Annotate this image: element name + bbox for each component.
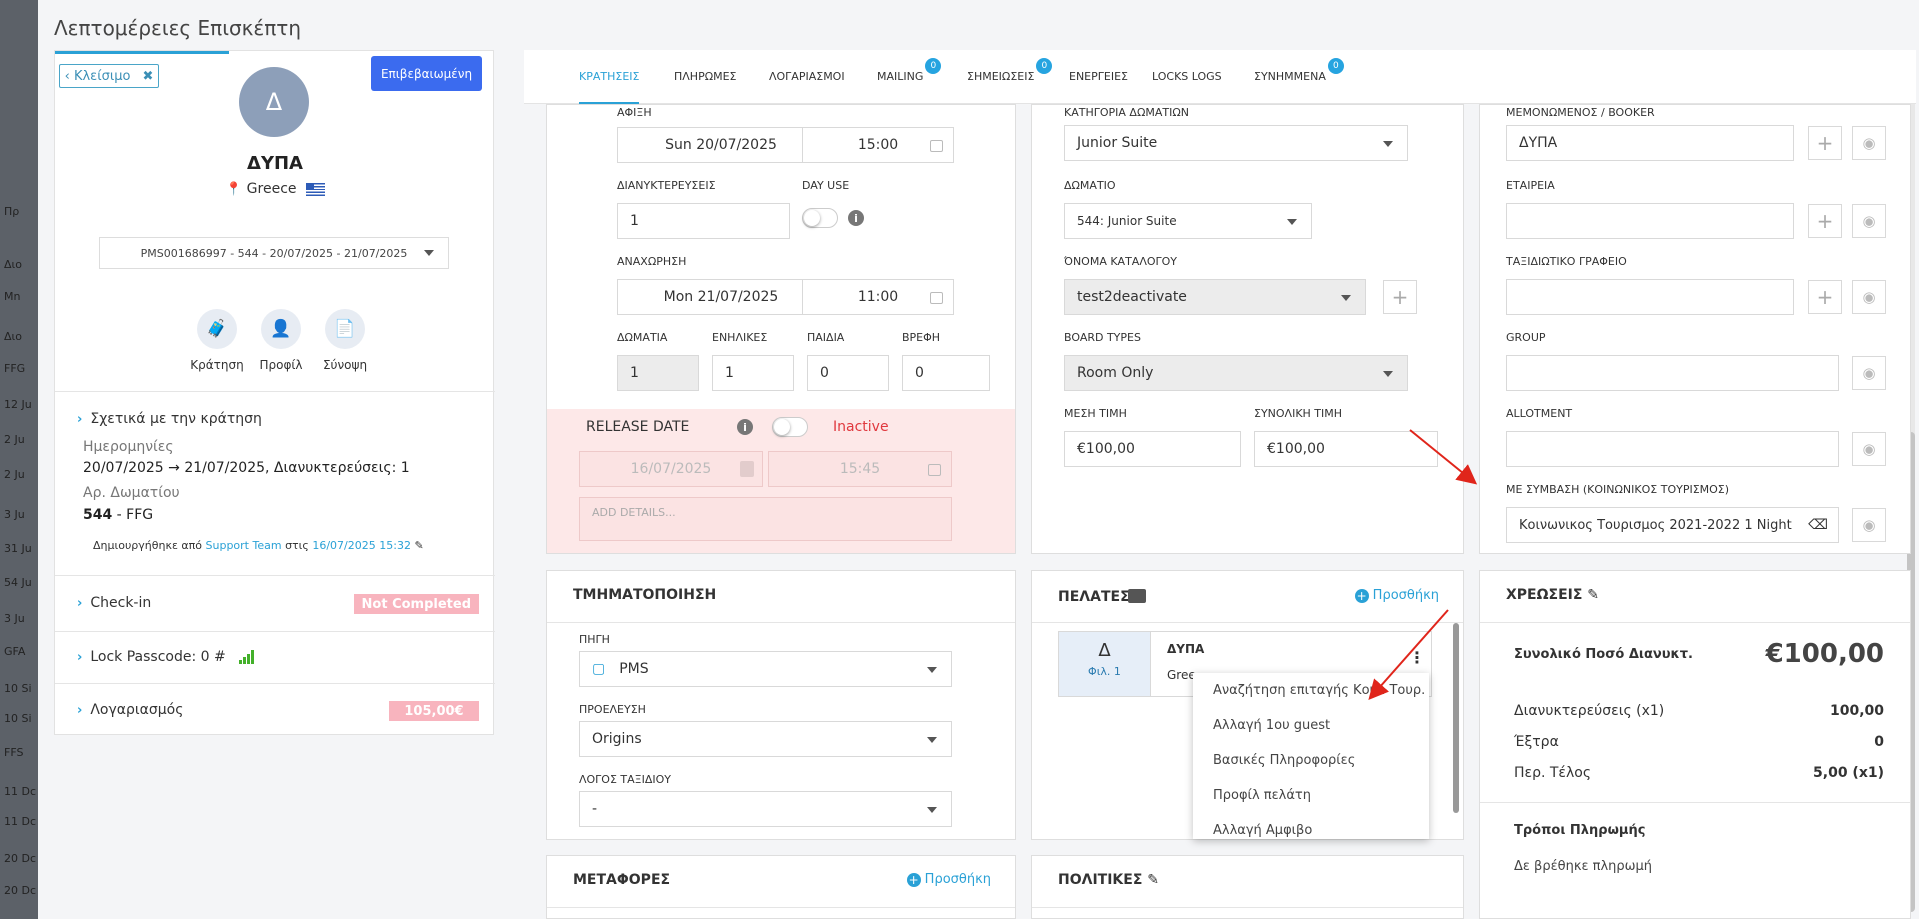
background-cell: FFG bbox=[4, 362, 26, 375]
background-cell: 3 Ju bbox=[4, 508, 25, 521]
background-cell: Mn bbox=[4, 290, 21, 303]
background-cell: 2 Ju bbox=[4, 468, 25, 481]
annotation-arrows bbox=[1368, 429, 1478, 700]
background-cell: GFA bbox=[4, 645, 26, 658]
background-cell: 12 Ju bbox=[4, 398, 32, 411]
background-cell: 11 Dc bbox=[4, 815, 37, 828]
background-cell: 31 Ju bbox=[4, 542, 32, 555]
background-calendar: Πρ Διο Mn Διο FFG 12 Ju 2 Ju 2 Ju 3 Ju 31 Ju 54 Ju… bbox=[0, 0, 38, 919]
background-cell: Διο bbox=[4, 258, 22, 271]
background-cell: 2 Ju bbox=[4, 433, 25, 446]
arrow-to-contract bbox=[1409, 429, 1478, 485]
guest-details-modal: Λεπτομέρειες Επισκέπτη ‹ Κλείσιμο ✖ Επιβε… bbox=[38, 0, 1919, 919]
background-cell: 20 Dc bbox=[4, 884, 37, 897]
arrow-to-menu-item bbox=[1368, 609, 1449, 700]
background-cell: Διο bbox=[4, 330, 22, 343]
background-cell: 3 Ju bbox=[4, 612, 25, 625]
background-cell: 10 Si bbox=[4, 712, 32, 725]
background-cell: 11 Dc bbox=[4, 785, 37, 798]
background-cell: 54 Ju bbox=[4, 576, 32, 589]
background-cell: 20 Dc bbox=[4, 852, 37, 865]
background-cell: Πρ bbox=[4, 205, 20, 218]
background-cell: FFS bbox=[4, 746, 24, 759]
background-cell: 10 Si bbox=[4, 682, 32, 695]
